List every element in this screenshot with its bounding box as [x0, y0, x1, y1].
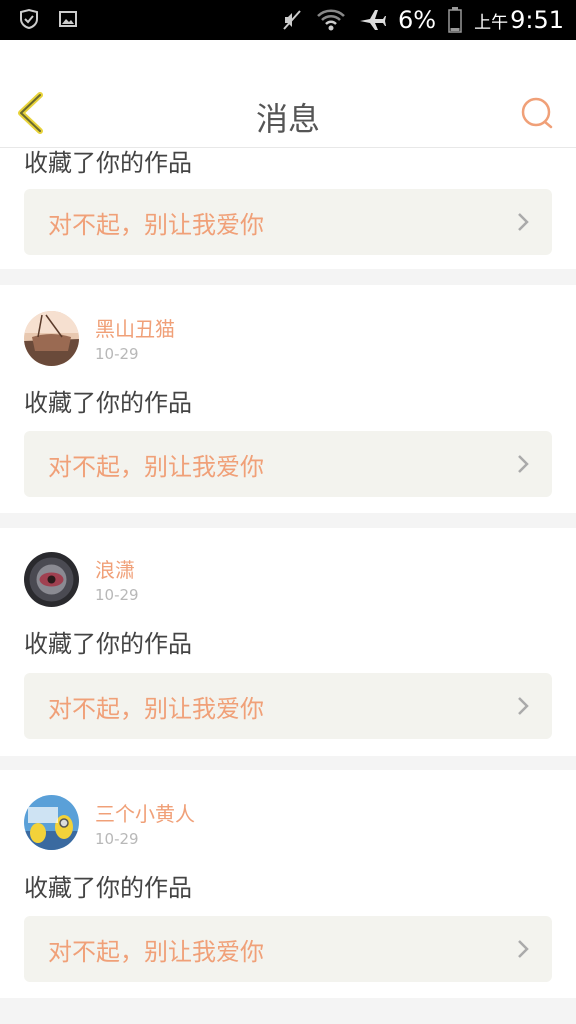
work-link[interactable]: 对不起，别让我爱你 — [24, 431, 552, 497]
mute-icon — [280, 8, 304, 32]
status-bar-right: 6% 上午 9:51 — [280, 4, 564, 36]
avatar[interactable] — [24, 552, 79, 607]
username[interactable]: 浪潇 — [95, 554, 135, 583]
work-title: 对不起，别让我爱你 — [48, 695, 264, 723]
shield-check-icon — [18, 8, 40, 30]
time-prefix: 上午 — [474, 12, 509, 33]
message-item: 收藏了你的作品 对不起，别让我爱你 — [0, 149, 576, 269]
message-item: 三个小黄人 10-29 收藏了你的作品 对不起，别让我爱你 — [0, 770, 576, 998]
work-link[interactable]: 对不起，别让我爱你 — [24, 673, 552, 739]
nav-bar: 消息 — [0, 40, 576, 148]
battery-icon — [448, 7, 462, 33]
chevron-right-icon — [518, 940, 529, 958]
message-date: 10-29 — [95, 586, 139, 604]
search-icon — [521, 97, 553, 129]
message-feed[interactable]: 收藏了你的作品 对不起，别让我爱你 黑山丑猫 10-29 收藏了你的作品 对不起… — [0, 149, 576, 1024]
chevron-right-icon — [518, 213, 529, 231]
message-action: 收藏了你的作品 — [24, 149, 192, 177]
status-bar-left — [18, 8, 78, 30]
avatar[interactable] — [24, 311, 79, 366]
search-button[interactable] — [520, 96, 554, 130]
airplane-icon — [358, 7, 387, 33]
username[interactable]: 三个小黄人 — [95, 798, 195, 827]
message-date: 10-29 — [95, 345, 139, 363]
username[interactable]: 黑山丑猫 — [95, 313, 175, 342]
clock-time: 9:51 — [510, 6, 564, 34]
wifi-icon — [316, 8, 346, 32]
message-item: 浪潇 10-29 收藏了你的作品 对不起，别让我爱你 — [0, 528, 576, 756]
page-title: 消息 — [255, 100, 320, 138]
work-title: 对不起，别让我爱你 — [48, 453, 264, 481]
work-link[interactable]: 对不起，别让我爱你 — [24, 189, 552, 255]
avatar[interactable] — [24, 795, 79, 850]
image-icon — [58, 9, 78, 29]
chevron-right-icon — [518, 697, 529, 715]
work-link[interactable]: 对不起，别让我爱你 — [24, 916, 552, 982]
message-action: 收藏了你的作品 — [24, 389, 192, 417]
message-action: 收藏了你的作品 — [24, 874, 192, 902]
message-item: 黑山丑猫 10-29 收藏了你的作品 对不起，别让我爱你 — [0, 285, 576, 513]
battery-percent: 6% — [398, 6, 437, 34]
message-action: 收藏了你的作品 — [24, 630, 192, 658]
message-date: 10-29 — [95, 830, 139, 848]
status-bar: 6% 上午 9:51 — [0, 0, 576, 40]
work-title: 对不起，别让我爱你 — [48, 938, 264, 966]
work-title: 对不起，别让我爱你 — [48, 211, 264, 239]
chevron-right-icon — [518, 455, 529, 473]
